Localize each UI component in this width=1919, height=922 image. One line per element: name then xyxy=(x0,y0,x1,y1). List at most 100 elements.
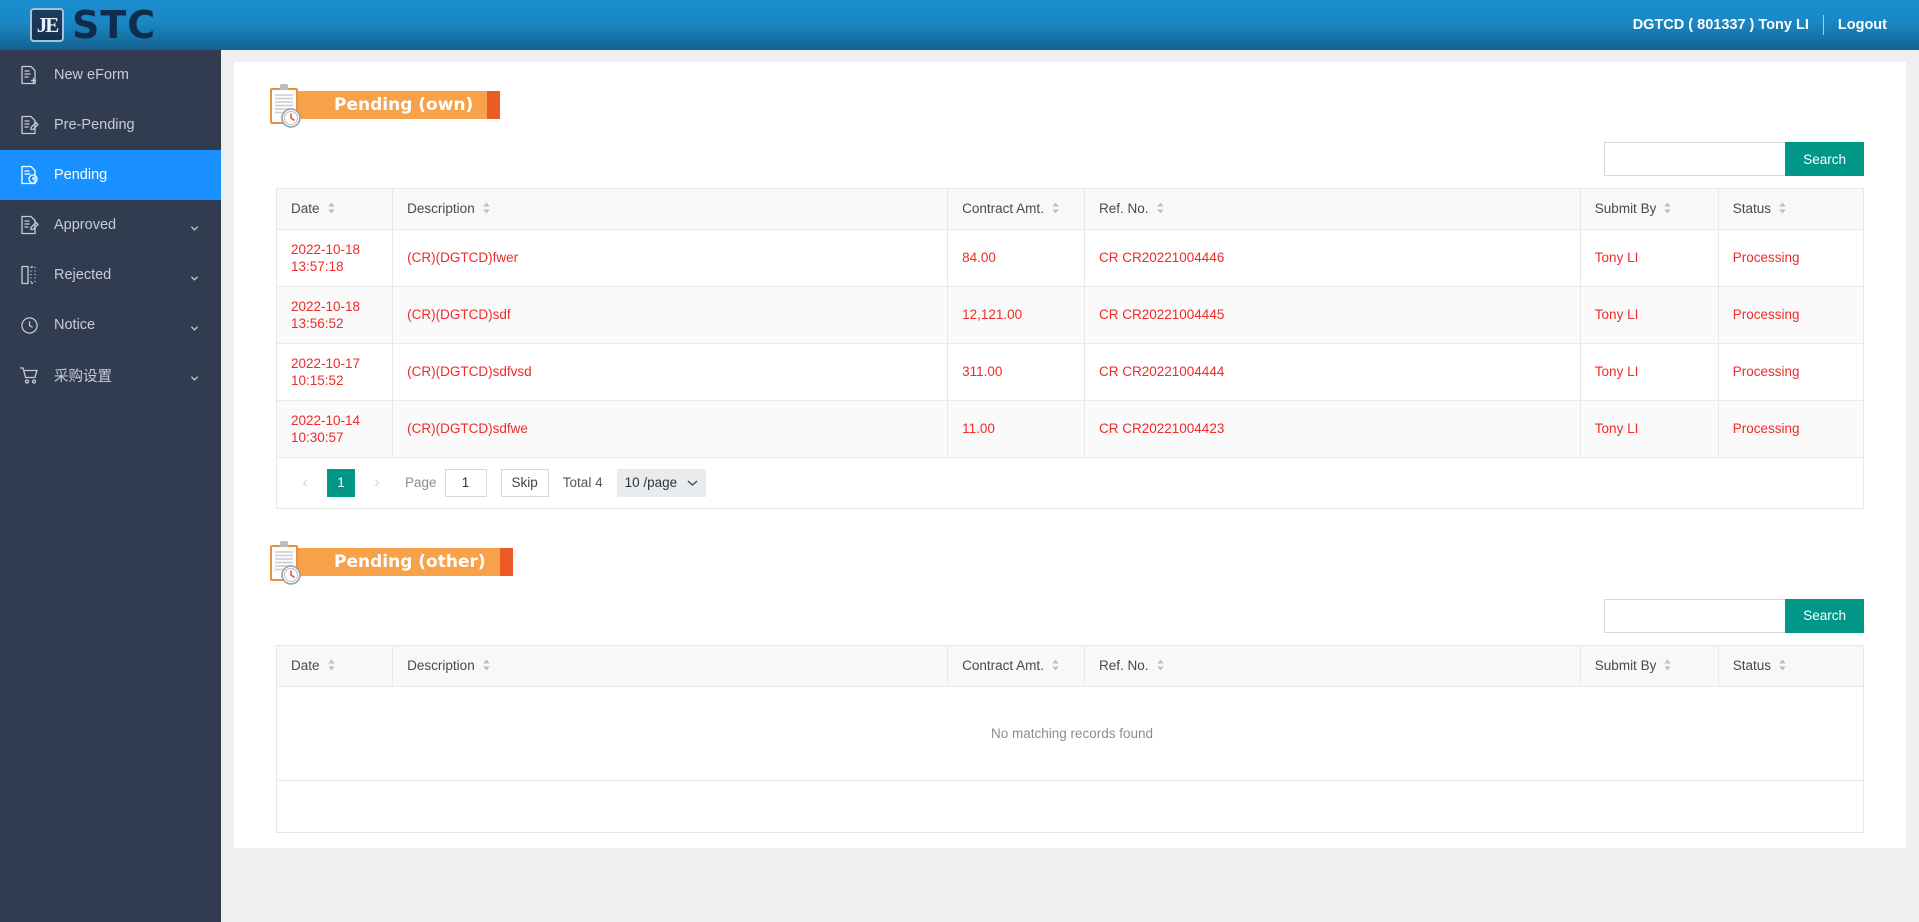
col-header-description[interactable]: Description xyxy=(392,644,949,687)
sidebar-item-procurement-settings[interactable]: 采购设置 xyxy=(0,350,221,400)
logo-area[interactable]: JE STC xyxy=(0,0,221,50)
col-header-label: Date xyxy=(291,657,320,673)
search-button[interactable]: Search xyxy=(1785,142,1864,176)
cell-status[interactable]: Processing xyxy=(1718,343,1865,401)
col-header-contract-amt[interactable]: Contract Amt. xyxy=(947,188,1085,230)
document-check-icon xyxy=(18,214,40,236)
pagination-next-button[interactable]: › xyxy=(363,469,391,497)
col-header-date[interactable]: Date xyxy=(275,188,394,230)
col-header-ref-no[interactable]: Ref. No. xyxy=(1084,644,1581,687)
cell-submit-by: Tony LI xyxy=(1580,286,1719,344)
empty-state-row: No matching records found xyxy=(276,686,1864,781)
pagination-page-1[interactable]: 1 xyxy=(327,468,355,497)
section-banner-pending-own: Pending (own) xyxy=(266,82,1906,128)
col-header-contract-amt[interactable]: Contract Amt. xyxy=(947,644,1085,687)
col-header-status[interactable]: Status xyxy=(1718,644,1865,687)
cell-ref-no[interactable]: CR CR20221004446 xyxy=(1084,229,1581,287)
table-header-row: Date Description Contract Amt. Ref. No. … xyxy=(275,188,1865,230)
table-row[interactable]: 2022-10-18 13:56:52 (CR)(DGTCD)sdf 12,121… xyxy=(275,286,1865,344)
chevron-down-icon xyxy=(687,475,698,490)
sort-icon[interactable] xyxy=(1156,202,1168,217)
col-header-date[interactable]: Date xyxy=(275,644,394,687)
sort-icon[interactable] xyxy=(482,202,494,217)
col-header-label: Description xyxy=(407,657,475,673)
sidebar-item-pre-pending[interactable]: Pre-Pending xyxy=(0,100,221,150)
logout-link[interactable]: Logout xyxy=(1838,17,1887,33)
table-footer-pending-other xyxy=(276,780,1864,833)
col-header-label: Ref. No. xyxy=(1099,201,1149,216)
search-button[interactable]: Search xyxy=(1785,598,1864,633)
table-pending-own: Date Description Contract Amt. Ref. No. … xyxy=(275,188,1865,458)
document-add-icon xyxy=(18,64,40,86)
table-row[interactable]: 2022-10-14 10:30:57 (CR)(DGTCD)sdfwe 11.0… xyxy=(275,400,1865,458)
pagination-skip-button[interactable]: Skip xyxy=(500,468,549,497)
sidebar-label: Rejected xyxy=(54,267,112,283)
cell-date-time: 13:57:18 xyxy=(291,258,344,274)
cell-amount: 84.00 xyxy=(947,229,1085,287)
section-banner-pending-other: Pending (other) xyxy=(266,539,1906,585)
cell-status[interactable]: Processing xyxy=(1718,229,1865,287)
col-header-status[interactable]: Status xyxy=(1718,188,1865,230)
table-pending-other-wrap: Date Description Contract Amt. Ref. No. … xyxy=(275,644,1865,781)
sidebar-item-rejected[interactable]: Rejected xyxy=(0,250,221,300)
pagination-prev-button[interactable]: ‹ xyxy=(291,469,319,497)
cell-ref-no[interactable]: CR CR20221004445 xyxy=(1084,286,1581,344)
col-header-submit-by[interactable]: Submit By xyxy=(1580,644,1719,687)
banner-accent-block xyxy=(487,91,501,119)
cell-status[interactable]: Processing xyxy=(1718,286,1865,344)
empty-state-message: No matching records found xyxy=(276,686,1864,781)
cell-description[interactable]: (CR)(DGTCD)fwer xyxy=(392,229,949,287)
section-title-text: Pending (other) xyxy=(334,551,486,572)
cell-description[interactable]: (CR)(DGTCD)sdfvsd xyxy=(392,343,949,401)
table-row[interactable]: 2022-10-18 13:57:18 (CR)(DGTCD)fwer 84.00… xyxy=(275,229,1865,287)
sidebar-item-new-eform[interactable]: New eForm xyxy=(0,50,221,100)
sort-icon[interactable] xyxy=(1156,659,1168,674)
cell-date-time: 10:15:52 xyxy=(291,372,344,388)
sort-icon[interactable] xyxy=(327,659,339,674)
cell-amount: 11.00 xyxy=(947,400,1085,458)
col-header-description[interactable]: Description xyxy=(392,188,949,230)
current-user-label: DGTCD ( 801337 ) Tony LI xyxy=(1632,17,1809,33)
stc-logo-mark-icon: JE xyxy=(30,8,64,42)
sort-icon[interactable] xyxy=(1778,202,1790,217)
cell-date-day: 2022-10-14 xyxy=(291,412,361,428)
sidebar-nav: New eForm Pre-Pending Pending Approved R… xyxy=(0,50,221,922)
sidebar-item-pending[interactable]: Pending xyxy=(0,150,221,200)
cell-submit-by: Tony LI xyxy=(1580,229,1719,287)
sort-icon[interactable] xyxy=(1663,659,1675,674)
pagination-page-label: Page xyxy=(405,475,437,491)
cell-description[interactable]: (CR)(DGTCD)sdfwe xyxy=(392,400,949,458)
cell-amount: 12,121.00 xyxy=(947,286,1085,344)
table-row[interactable]: 2022-10-17 10:15:52 (CR)(DGTCD)sdfvsd 311… xyxy=(275,343,1865,401)
search-row-pending-own: Search xyxy=(234,128,1906,188)
cell-description[interactable]: (CR)(DGTCD)sdf xyxy=(392,286,949,344)
cell-ref-no[interactable]: CR CR20221004444 xyxy=(1084,343,1581,401)
sort-icon[interactable] xyxy=(327,202,339,217)
search-input[interactable] xyxy=(1604,598,1786,633)
cell-ref-no[interactable]: CR CR20221004423 xyxy=(1084,400,1581,458)
cell-submit-by: Tony LI xyxy=(1580,400,1719,458)
sort-icon[interactable] xyxy=(1778,659,1790,674)
header-user-area: DGTCD ( 801337 ) Tony LI Logout xyxy=(1633,15,1919,35)
sidebar-item-approved[interactable]: Approved xyxy=(0,200,221,250)
sort-icon[interactable] xyxy=(1051,659,1063,674)
sort-icon[interactable] xyxy=(1663,202,1675,217)
sort-icon[interactable] xyxy=(482,659,494,674)
search-row-pending-other: Search xyxy=(234,585,1906,645)
col-header-label: Status xyxy=(1732,657,1772,673)
col-header-submit-by[interactable]: Submit By xyxy=(1580,188,1719,230)
col-header-ref-no[interactable]: Ref. No. xyxy=(1084,188,1581,230)
chevron-down-icon xyxy=(190,321,199,331)
search-input[interactable] xyxy=(1604,142,1786,176)
pagination-page-input[interactable] xyxy=(444,468,487,497)
cell-date: 2022-10-14 10:30:57 xyxy=(275,400,394,458)
pagination-page-size-select[interactable]: 10 /page xyxy=(616,468,707,497)
clipboard-clock-icon xyxy=(266,539,308,589)
cell-date-day: 2022-10-18 xyxy=(291,241,361,257)
content-card: Pending (own) Search Date Description Co… xyxy=(234,62,1906,848)
col-header-label: Submit By xyxy=(1594,201,1657,216)
sort-icon[interactable] xyxy=(1051,202,1063,217)
document-dashed-icon xyxy=(18,264,40,286)
cell-status[interactable]: Processing xyxy=(1718,400,1865,458)
sidebar-item-notice[interactable]: Notice xyxy=(0,300,221,350)
